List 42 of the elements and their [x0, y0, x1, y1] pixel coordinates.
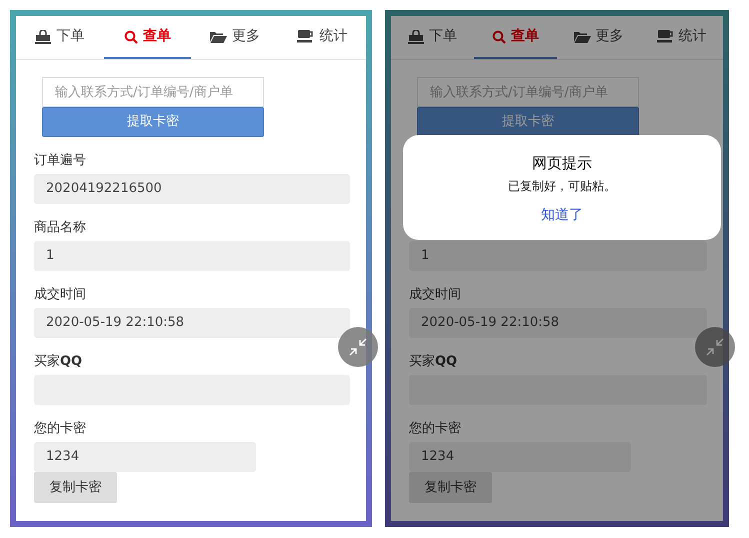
- bag-icon: [35, 30, 52, 44]
- search-icon: [124, 30, 138, 44]
- shrink-arrows-icon: [705, 337, 725, 357]
- folder-icon: [210, 30, 227, 42]
- fetch-button[interactable]: 提取卡密: [42, 107, 264, 137]
- tab[interactable]: 统计: [278, 16, 366, 59]
- copy-button[interactable]: 复制卡密: [34, 472, 117, 503]
- field-label: 买家QQ: [409, 353, 458, 371]
- search-field[interactable]: 输入联系方式/订单编号/商户单: [417, 77, 639, 107]
- readonly-field: 2020-05-19 22:10:58: [34, 308, 350, 338]
- readonly-field: 2020-05-19 22:10:58: [409, 308, 707, 338]
- tab[interactable]: 统计: [640, 16, 723, 59]
- ok-button[interactable]: 知道了: [541, 205, 583, 225]
- readonly-field: 1: [34, 241, 350, 271]
- shrink-arrows-icon: [348, 337, 368, 357]
- readonly-field: 1234: [409, 442, 631, 472]
- field-label: 商品名称: [34, 219, 87, 237]
- tab[interactable]: 查单: [104, 16, 191, 59]
- tab[interactable]: 查单: [474, 16, 557, 59]
- tab[interactable]: 更多: [191, 16, 278, 59]
- readonly-field: 1234: [34, 442, 256, 472]
- field-label: 您的卡密: [409, 420, 462, 438]
- bag-icon: [408, 30, 424, 44]
- cup-icon: [297, 30, 314, 43]
- copy-button[interactable]: 复制卡密: [409, 472, 492, 503]
- dialog-message: 已复制好，可贴粘。: [508, 178, 616, 195]
- tab[interactable]: 下单: [391, 16, 474, 59]
- field-label: 您的卡密: [34, 420, 87, 438]
- field-label: 买家QQ: [34, 353, 84, 371]
- tab[interactable]: 下单: [16, 16, 104, 59]
- search-icon: [492, 30, 506, 44]
- field-label: 成交时间: [34, 286, 87, 304]
- dialog-title: 网页提示: [532, 153, 592, 173]
- search-field[interactable]: 输入联系方式/订单编号/商户单: [42, 77, 264, 107]
- fetch-button[interactable]: 提取卡密: [417, 107, 639, 137]
- readonly-field: 20204192216500: [34, 174, 350, 204]
- readonly-field: 1: [409, 241, 707, 271]
- field-label: 成交时间: [409, 286, 462, 304]
- field-label: 订单遍号: [34, 152, 87, 170]
- cup-icon: [656, 30, 674, 43]
- folder-icon: [574, 30, 590, 42]
- tab[interactable]: 更多: [557, 16, 640, 59]
